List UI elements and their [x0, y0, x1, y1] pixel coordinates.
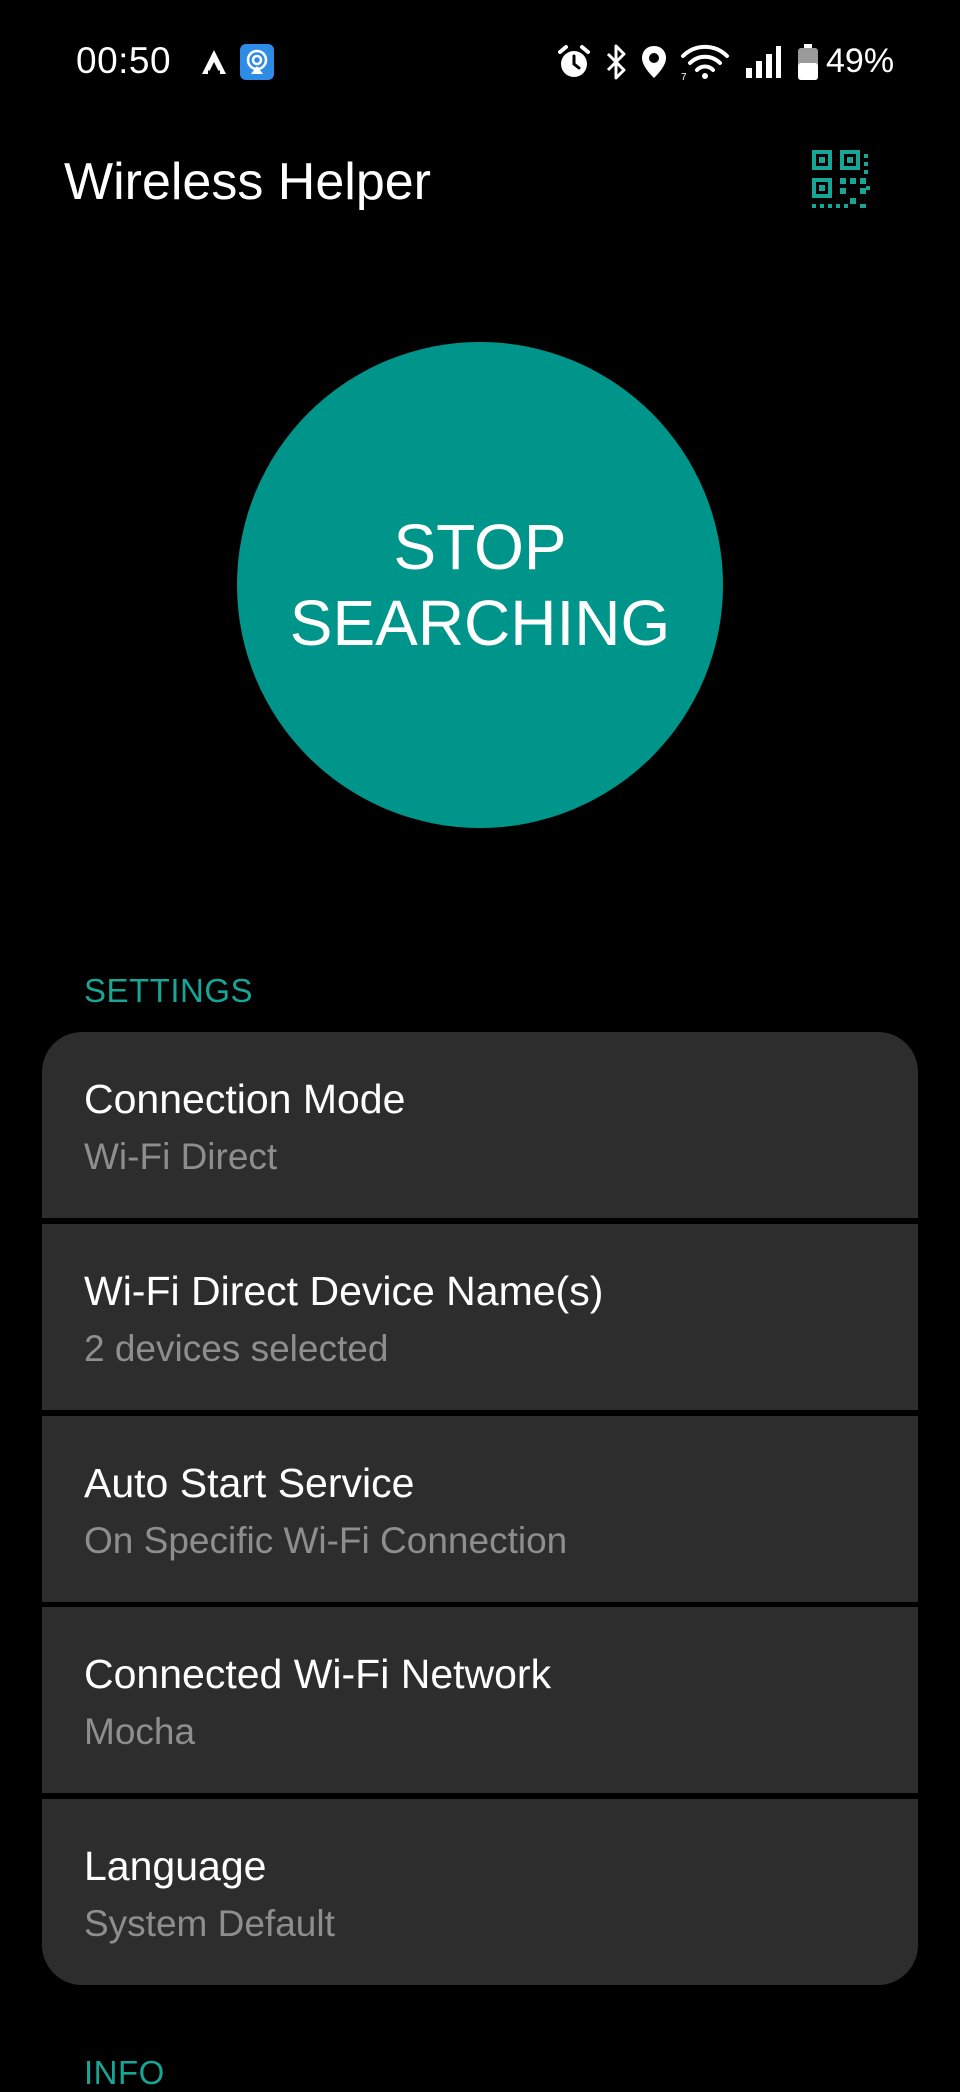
- status-bar: 00:50 7 49%: [0, 0, 960, 126]
- setting-title: Language: [84, 1843, 267, 1889]
- signal-icon: [746, 46, 781, 78]
- status-time: 00:50: [76, 40, 172, 81]
- setting-title: Connection Mode: [84, 1076, 406, 1122]
- svg-text:7: 7: [681, 72, 687, 82]
- bluetooth-icon: [606, 44, 626, 80]
- setting-value: 2 devices selected: [84, 1328, 389, 1369]
- setting-auto-start-service[interactable]: Auto Start Service On Specific Wi-Fi Con…: [42, 1416, 918, 1602]
- setting-title: Wi-Fi Direct Device Name(s): [84, 1268, 604, 1314]
- settings-list: Connection Mode Wi-Fi Direct Wi-Fi Direc…: [42, 1032, 918, 1985]
- info-header: INFO: [84, 2054, 165, 2091]
- qr-code-button[interactable]: [812, 150, 872, 210]
- setting-value: On Specific Wi-Fi Connection: [84, 1520, 568, 1561]
- alarm-icon: [558, 45, 590, 77]
- battery-percent: 49%: [826, 42, 895, 80]
- wifi-icon: 7: [681, 44, 729, 82]
- setting-value: Wi-Fi Direct: [84, 1136, 278, 1177]
- setting-language[interactable]: Language System Default: [42, 1799, 918, 1985]
- qr-code-icon: [812, 150, 870, 208]
- setting-connection-mode[interactable]: Connection Mode Wi-Fi Direct: [42, 1032, 918, 1218]
- stop-searching-label: STOP SEARCHING: [289, 511, 671, 659]
- android-auto-icon: [202, 50, 226, 74]
- setting-connected-wifi-network[interactable]: Connected Wi-Fi Network Mocha: [42, 1607, 918, 1793]
- battery-icon: [798, 44, 818, 80]
- location-icon: [642, 46, 666, 78]
- cast-app-icon: [240, 44, 274, 80]
- stop-searching-button[interactable]: STOP SEARCHING: [237, 342, 723, 828]
- app-title: Wireless Helper: [64, 153, 431, 211]
- setting-title: Auto Start Service: [84, 1460, 415, 1506]
- setting-title: Connected Wi-Fi Network: [84, 1651, 552, 1697]
- setting-value: Mocha: [84, 1711, 196, 1752]
- settings-header: SETTINGS: [84, 972, 254, 1009]
- setting-value: System Default: [84, 1903, 335, 1944]
- setting-wifi-direct-device-names[interactable]: Wi-Fi Direct Device Name(s) 2 devices se…: [42, 1224, 918, 1410]
